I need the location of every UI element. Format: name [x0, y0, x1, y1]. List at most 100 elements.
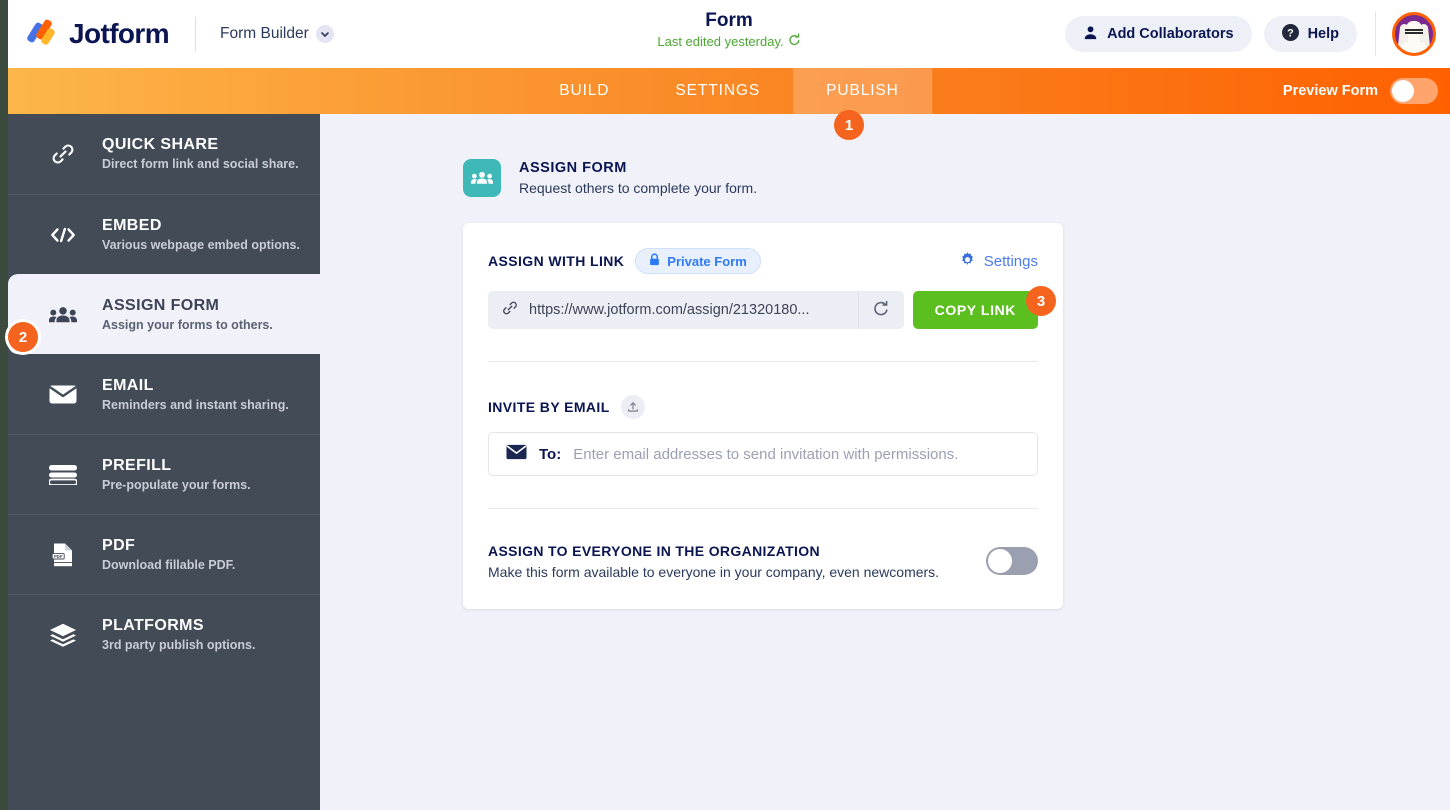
link-icon [502, 300, 518, 321]
sidebar-item-platforms[interactable]: PLATFORMS 3rd party publish options. [8, 594, 320, 674]
sidebar-item-text: PDF Download fillable PDF. [102, 536, 235, 574]
invite-by-email-header: INVITE BY EMAIL [488, 362, 1038, 419]
preview-form-toggle[interactable] [1390, 78, 1438, 104]
section-title: ASSIGN FORM [519, 160, 627, 176]
upload-icon[interactable] [620, 395, 645, 419]
jotform-logo-text: Jotform [69, 18, 170, 49]
svg-text:?: ? [1287, 27, 1294, 39]
sidebar-item-text: PLATFORMS 3rd party publish options. [102, 616, 255, 654]
callout-badge-1: 1 [834, 110, 864, 140]
jotform-logo-icon [26, 18, 60, 49]
header-divider [195, 17, 197, 51]
lock-icon [649, 253, 660, 269]
sidebar-item-text: QUICK SHARE Direct form link and social … [102, 135, 299, 173]
gear-icon [959, 251, 976, 272]
to-label: To: [539, 445, 562, 463]
sidebar-item-text: ASSIGN FORM Assign your forms to others. [102, 296, 273, 334]
prefill-icon [48, 464, 78, 485]
help-button[interactable]: ? Help [1263, 16, 1357, 52]
last-edited-text: Last edited yesterday. [657, 34, 784, 49]
settings-label: Settings [983, 252, 1038, 270]
sidebar-item-desc: Reminders and instant sharing. [102, 397, 289, 412]
sidebar-item-desc: Assign your forms to others. [102, 317, 273, 332]
invite-email-input[interactable]: To: Enter email addresses to send invita… [488, 432, 1038, 476]
browser-edge-strip [0, 0, 8, 810]
svg-text:PDF: PDF [54, 553, 63, 558]
last-edited-status: Last edited yesterday. [657, 33, 800, 51]
link-icon [48, 141, 78, 167]
invite-by-email-label: INVITE BY EMAIL [488, 399, 610, 415]
sidebar-item-text: PREFILL Pre-populate your forms. [102, 456, 251, 494]
assign-link-value: https://www.jotform.com/assign/21320180.… [529, 302, 810, 318]
form-builder-menu[interactable]: Form Builder [220, 25, 334, 43]
layers-icon [48, 623, 78, 647]
copy-link-button[interactable]: COPY LINK [912, 291, 1038, 329]
sidebar-item-title: QUICK SHARE [102, 136, 219, 153]
refresh-icon [872, 300, 890, 321]
publish-navbar: BUILD SETTINGS PUBLISH Preview Form [8, 68, 1450, 114]
sidebar-item-title: EMBED [102, 216, 162, 234]
private-form-label: Private Form [667, 253, 747, 269]
assign-with-link-label: ASSIGN WITH LINK [488, 253, 625, 269]
sidebar-item-desc: 3rd party publish options. [102, 637, 256, 652]
sidebar-item-title: ASSIGN FORM [102, 296, 220, 314]
section-header-text: ASSIGN FORM Request others to complete y… [519, 158, 757, 198]
sidebar-item-title: PDF [102, 536, 136, 554]
sidebar-item-pdf[interactable]: PDF PDF Download fillable PDF. [8, 514, 320, 594]
chevron-down-icon [315, 25, 334, 43]
envelope-icon [48, 384, 78, 405]
section-subtitle: Request others to complete your form. [519, 180, 758, 196]
people-icon [463, 159, 501, 197]
private-form-badge[interactable]: Private Form [635, 248, 761, 274]
app-header: Jotform Form Builder Form Last edited ye… [8, 0, 1450, 68]
callout-badge-3: 3 [1026, 286, 1056, 316]
header-divider-2 [1375, 12, 1376, 56]
assign-link-row: https://www.jotform.com/assign/21320180.… [488, 291, 1038, 329]
preview-form-label: Preview Form [1282, 83, 1378, 99]
sidebar-item-desc: Download fillable PDF. [102, 557, 236, 572]
tab-build[interactable]: BUILD [526, 68, 642, 114]
jotform-logo[interactable]: Jotform [8, 18, 170, 50]
preview-form-control: Preview Form [1283, 68, 1450, 114]
publish-sidebar: QUICK SHARE Direct form link and social … [8, 114, 320, 810]
sidebar-item-text: EMBED Various webpage embed options. [102, 216, 300, 254]
question-mark-icon: ? [1281, 23, 1299, 45]
add-collaborators-button[interactable]: Add Collaborators [1065, 16, 1252, 52]
sidebar-item-assign-form[interactable]: ASSIGN FORM Assign your forms to others. [8, 274, 320, 354]
sidebar-item-email[interactable]: EMAIL Reminders and instant sharing. [8, 354, 320, 434]
person-icon [1083, 25, 1098, 44]
assign-org-toggle[interactable] [986, 547, 1038, 575]
sidebar-item-quick-share[interactable]: QUICK SHARE Direct form link and social … [8, 114, 320, 194]
people-icon [48, 305, 78, 325]
sidebar-item-prefill[interactable]: PREFILL Pre-populate your forms. [8, 434, 320, 514]
add-collaborators-label: Add Collaborators [1107, 26, 1234, 42]
settings-link[interactable]: Settings [959, 251, 1038, 272]
code-icon [48, 225, 78, 245]
assign-org-text: ASSIGN TO EVERYONE IN THE ORGANIZATION M… [488, 540, 939, 582]
avatar-body [1401, 41, 1427, 53]
help-label: Help [1307, 26, 1339, 42]
avatar[interactable] [1392, 12, 1436, 56]
assign-org-title: ASSIGN TO EVERYONE IN THE ORGANIZATION [488, 543, 820, 559]
header-actions: Add Collaborators ? Help [1065, 12, 1450, 56]
envelope-icon [506, 444, 527, 465]
assign-org-toggle-knob [988, 549, 1012, 573]
assign-org-desc: Make this form available to everyone in … [488, 564, 940, 580]
sidebar-item-embed[interactable]: EMBED Various webpage embed options. [8, 194, 320, 274]
assign-link-input[interactable]: https://www.jotform.com/assign/21320180.… [488, 291, 858, 329]
avatar-glasses [1405, 29, 1423, 34]
callout-badge-2: 2 [8, 322, 38, 352]
tab-publish[interactable]: PUBLISH [793, 68, 932, 114]
sidebar-item-desc: Pre-populate your forms. [102, 477, 251, 492]
assign-to-organization-row: ASSIGN TO EVERYONE IN THE ORGANIZATION M… [488, 509, 1038, 609]
sidebar-item-title: PLATFORMS [102, 616, 204, 634]
sidebar-item-desc: Direct form link and social share. [102, 157, 299, 171]
refresh-link-button[interactable] [857, 291, 904, 329]
undo-icon[interactable] [788, 33, 801, 51]
assign-with-link-header: ASSIGN WITH LINK Private Form Settings [488, 223, 1038, 274]
app-window: Jotform Form Builder Form Last edited ye… [0, 0, 1450, 810]
pdf-icon: PDF [48, 542, 78, 568]
sidebar-item-text: EMAIL Reminders and instant sharing. [102, 376, 289, 414]
assign-form-card: ASSIGN WITH LINK Private Form Settings h… [463, 223, 1063, 609]
tab-settings[interactable]: SETTINGS [642, 68, 793, 114]
